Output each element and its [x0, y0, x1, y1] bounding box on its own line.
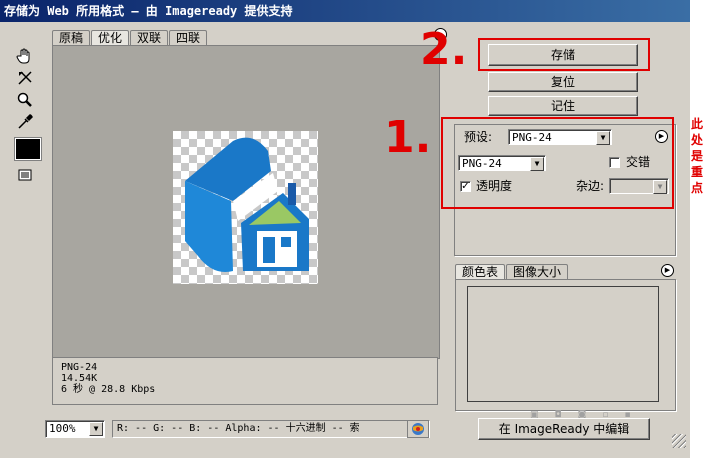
interlaced-label: 交错 [626, 155, 651, 169]
note-char: 此 [690, 117, 703, 131]
note-char: 是 [690, 149, 703, 163]
info-format: PNG-24 [61, 362, 98, 373]
hand-tool-icon[interactable] [14, 46, 36, 66]
tab-2-up[interactable]: 双联 [130, 30, 169, 46]
chevron-down-icon: ▼ [89, 422, 103, 436]
format-select[interactable]: PNG-24 ▼ [458, 155, 546, 171]
info-size: 14.54K [61, 373, 98, 384]
edit-in-imageready-button[interactable]: 在 ImageReady 中编辑 [478, 418, 650, 440]
preview-in-browser-button[interactable] [407, 420, 429, 438]
toggle-slices-icon[interactable] [14, 165, 36, 185]
transparency-checkbox[interactable]: ✓ [460, 181, 471, 192]
tab-4-up[interactable]: 四联 [169, 30, 208, 46]
slice-select-tool-icon[interactable] [14, 68, 36, 88]
format-value: PNG-24 [462, 157, 502, 170]
color-readout: R: -- G: -- B: -- Alpha: -- 十六进制 -- 索 [112, 420, 430, 438]
resize-grip-icon[interactable] [672, 434, 686, 448]
reset-button[interactable]: 复位 [488, 72, 638, 92]
save-button[interactable]: 存储 [488, 44, 638, 66]
annotation-step-1: 1. [384, 112, 432, 163]
zoom-select[interactable]: 100% ▼ [45, 420, 105, 438]
tab-color-table[interactable]: 颜色表 [455, 264, 506, 280]
note-char: 点 [690, 181, 703, 195]
interlaced-checkbox[interactable] [609, 157, 620, 168]
chevron-down-icon: ▼ [596, 131, 610, 145]
chevron-down-icon: ▼ [653, 180, 667, 194]
optimize-menu-icon[interactable]: ▶ [655, 130, 668, 143]
note-char: 处 [690, 133, 703, 147]
eyedropper-tool-icon[interactable] [14, 112, 36, 132]
annotation-side-note: 此 处 是 重 点 [690, 116, 704, 196]
eyedropper-color-swatch[interactable] [14, 137, 42, 161]
transparency-label: 透明度 [476, 179, 513, 193]
preset-select[interactable]: PNG-24 ▼ [508, 129, 612, 145]
browser-icon [412, 423, 424, 435]
color-table-menu-icon[interactable]: ▶ [661, 264, 674, 277]
note-char: 重 [690, 165, 703, 179]
tab-original[interactable]: 原稿 [52, 30, 91, 46]
info-time: 6 秒 @ 28.8 Kbps [61, 384, 156, 395]
color-table-swatches [467, 286, 659, 402]
preview-info: PNG-24 14.54K 6 秒 @ 28.8 Kbps [52, 357, 438, 405]
remember-button[interactable]: 记住 [488, 96, 638, 116]
matte-select[interactable]: ▼ [609, 178, 669, 194]
zoom-value: 100% [49, 422, 76, 435]
matte-label: 杂边: [576, 179, 605, 193]
zoom-tool-icon[interactable] [14, 90, 36, 110]
preset-label: 预设: [464, 130, 493, 144]
tab-image-size[interactable]: 图像大小 [506, 264, 569, 280]
preset-value: PNG-24 [512, 131, 552, 144]
house-logo-image [185, 137, 309, 272]
chevron-down-icon: ▼ [530, 157, 544, 171]
panel-tabs: 颜色表 图像大小 [455, 264, 569, 280]
annotation-step-2: 2. [420, 24, 468, 75]
view-tabs: 原稿 优化 双联 四联 [52, 30, 208, 46]
tab-optimized[interactable]: 优化 [91, 30, 130, 46]
window-title: 存储为 Web 所用格式 — 由 Imageready 提供支持 [0, 0, 690, 22]
